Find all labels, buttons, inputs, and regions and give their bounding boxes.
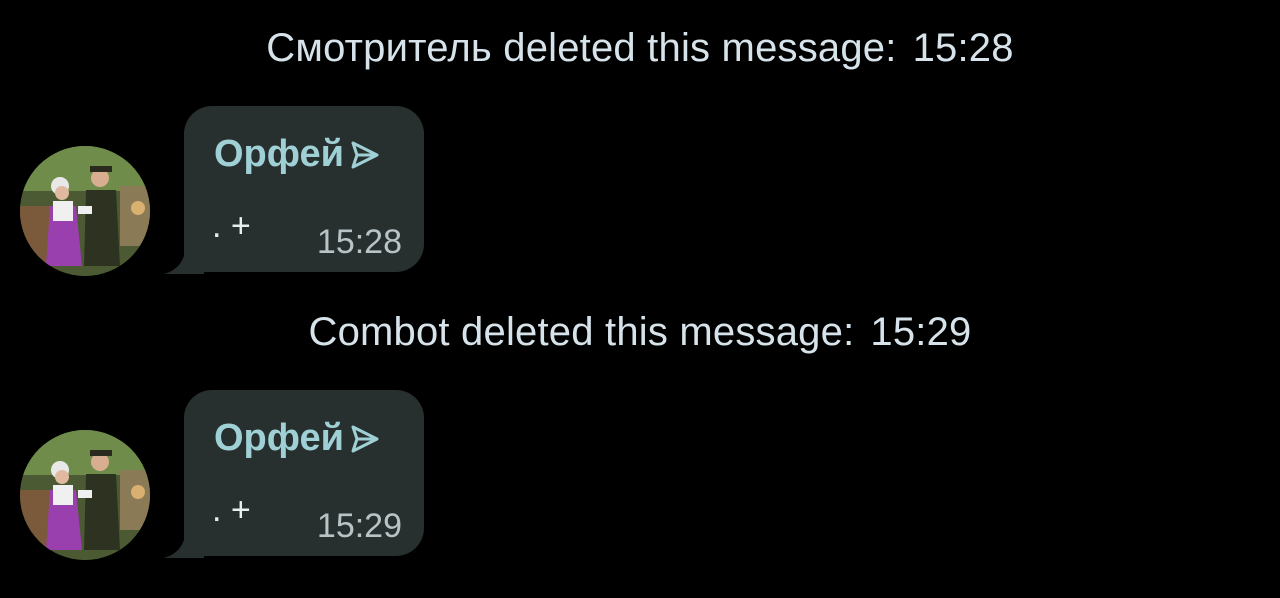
- avatar[interactable]: [20, 146, 150, 276]
- message-time: 15:29: [316, 507, 402, 545]
- service-message: Смотритель deleted this message: 15:28: [0, 24, 1280, 72]
- message-text: . +: [212, 207, 251, 245]
- message-text: . +: [212, 491, 251, 529]
- avatar-photo: [20, 146, 150, 276]
- avatar[interactable]: [20, 430, 150, 560]
- send-arrow-icon: [351, 425, 379, 453]
- service-message-text: Смотритель deleted this message:: [266, 26, 897, 70]
- message-row: Орфей . + 15:29: [0, 388, 1280, 560]
- service-message-text: Combot deleted this message:: [308, 310, 855, 354]
- message-bubble[interactable]: Орфей . + 15:28: [184, 106, 424, 272]
- message-row: Орфей . + 15:28: [0, 104, 1280, 276]
- service-message-time: 15:29: [870, 310, 972, 354]
- sender-name[interactable]: Орфей: [214, 416, 380, 460]
- message-time: 15:28: [316, 223, 402, 261]
- message-bubble[interactable]: Орфей . + 15:29: [184, 390, 424, 556]
- avatar-photo: [20, 430, 150, 560]
- service-message: Combot deleted this message: 15:29: [0, 308, 1280, 356]
- sender-name[interactable]: Орфей: [214, 132, 380, 176]
- service-message-time: 15:28: [912, 26, 1014, 70]
- send-arrow-icon: [351, 141, 379, 169]
